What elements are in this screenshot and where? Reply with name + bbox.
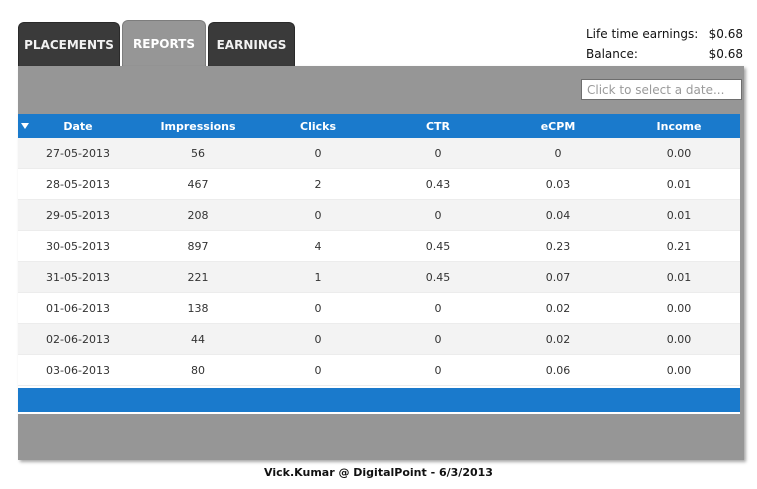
cell-ecpm: 0 [554, 146, 562, 160]
cell-ecpm: 0.07 [545, 270, 571, 284]
cell-ecpm: 0.06 [545, 363, 571, 377]
cell-impressions: 897 [187, 239, 209, 253]
cell-clicks: 4 [314, 239, 322, 253]
reports-grid: Date Impressions Clicks CTR eCPM Income … [18, 114, 740, 414]
cell-date: 29-05-2013 [46, 208, 110, 222]
reports-panel: Date Impressions Clicks CTR eCPM Income … [18, 66, 744, 460]
cell-income: 0.00 [666, 332, 692, 346]
cell-income: 0.00 [666, 146, 692, 160]
table-row[interactable]: 01-06-2013 138 0 0 0.02 0.00 [18, 293, 740, 324]
cell-ctr: 0 [434, 146, 442, 160]
cell-impressions: 44 [191, 332, 205, 346]
sort-dropdown-icon[interactable] [21, 123, 29, 129]
grid-header: Date Impressions Clicks CTR eCPM Income [18, 114, 740, 138]
cell-clicks: 0 [314, 301, 322, 315]
cell-date: 30-05-2013 [46, 239, 110, 253]
cell-income: 0.01 [666, 270, 692, 284]
cell-income: 0.01 [666, 208, 692, 222]
earnings-summary: Life time earnings: $0.68 Balance: $0.68 [586, 24, 743, 64]
cell-ctr: 0 [434, 301, 442, 315]
cell-income: 0.01 [666, 177, 692, 191]
cell-ecpm: 0.23 [545, 239, 571, 253]
cell-income: 0.21 [666, 239, 692, 253]
cell-date: 01-06-2013 [46, 301, 110, 315]
table-row[interactable]: 31-05-2013 221 1 0.45 0.07 0.01 [18, 262, 740, 293]
cell-clicks: 0 [314, 146, 322, 160]
cell-ecpm: 0.04 [545, 208, 571, 222]
screenshot-caption: Vick.Kumar @ DigitalPoint - 6/3/2013 [264, 466, 493, 479]
tab-reports[interactable]: REPORTS [122, 20, 206, 66]
cell-impressions: 221 [187, 270, 209, 284]
cell-income: 0.00 [666, 301, 692, 315]
balance-row: Balance: $0.68 [586, 44, 743, 64]
table-row[interactable]: 30-05-2013 897 4 0.45 0.23 0.21 [18, 231, 740, 262]
cell-date: 02-06-2013 [46, 332, 110, 346]
date-picker-input[interactable] [581, 79, 742, 100]
tab-earnings[interactable]: EARNINGS [208, 22, 295, 66]
column-header-ecpm[interactable]: eCPM [498, 120, 618, 133]
grid-body: 27-05-2013 56 0 0 0 0.00 28-05-2013 467 … [18, 138, 740, 386]
tab-label: REPORTS [133, 36, 195, 51]
tab-placements[interactable]: PLACEMENTS [18, 22, 120, 66]
cell-impressions: 138 [187, 301, 209, 315]
cell-ctr: 0.45 [425, 270, 451, 284]
tab-bar: PLACEMENTS REPORTS EARNINGS [18, 20, 295, 66]
balance-value: $0.68 [708, 47, 743, 61]
cell-ecpm: 0.02 [545, 301, 571, 315]
cell-income: 0.00 [666, 363, 692, 377]
tab-label: EARNINGS [216, 37, 287, 52]
cell-impressions: 208 [187, 208, 209, 222]
lifetime-earnings-label: Life time earnings: [586, 27, 699, 41]
cell-impressions: 467 [187, 177, 209, 191]
cell-clicks: 0 [314, 332, 322, 346]
cell-date: 31-05-2013 [46, 270, 110, 284]
cell-ctr: 0 [434, 208, 442, 222]
cell-date: 27-05-2013 [46, 146, 110, 160]
lifetime-earnings-row: Life time earnings: $0.68 [586, 24, 743, 44]
table-row[interactable]: 02-06-2013 44 0 0 0.02 0.00 [18, 324, 740, 355]
cell-clicks: 0 [314, 363, 322, 377]
grid-footer [18, 386, 740, 412]
cell-date: 03-06-2013 [46, 363, 110, 377]
cell-ctr: 0 [434, 363, 442, 377]
balance-label: Balance: [586, 47, 638, 61]
tab-label: PLACEMENTS [24, 37, 114, 52]
lifetime-earnings-value: $0.68 [708, 27, 743, 41]
cell-impressions: 80 [191, 363, 205, 377]
cell-date: 28-05-2013 [46, 177, 110, 191]
column-header-impressions[interactable]: Impressions [138, 120, 258, 133]
table-row[interactable]: 27-05-2013 56 0 0 0 0.00 [18, 138, 740, 169]
cell-clicks: 0 [314, 208, 322, 222]
cell-ecpm: 0.03 [545, 177, 571, 191]
cell-clicks: 1 [314, 270, 322, 284]
table-row[interactable]: 29-05-2013 208 0 0 0.04 0.01 [18, 200, 740, 231]
cell-clicks: 2 [314, 177, 322, 191]
cell-ctr: 0 [434, 332, 442, 346]
table-row[interactable]: 28-05-2013 467 2 0.43 0.03 0.01 [18, 169, 740, 200]
table-row[interactable]: 03-06-2013 80 0 0 0.06 0.00 [18, 355, 740, 386]
cell-impressions: 56 [191, 146, 205, 160]
column-header-income[interactable]: Income [618, 120, 740, 133]
cell-ctr: 0.43 [425, 177, 451, 191]
cell-ecpm: 0.02 [545, 332, 571, 346]
column-header-date[interactable]: Date [18, 120, 138, 133]
column-header-clicks[interactable]: Clicks [258, 120, 378, 133]
column-header-ctr[interactable]: CTR [378, 120, 498, 133]
cell-ctr: 0.45 [425, 239, 451, 253]
